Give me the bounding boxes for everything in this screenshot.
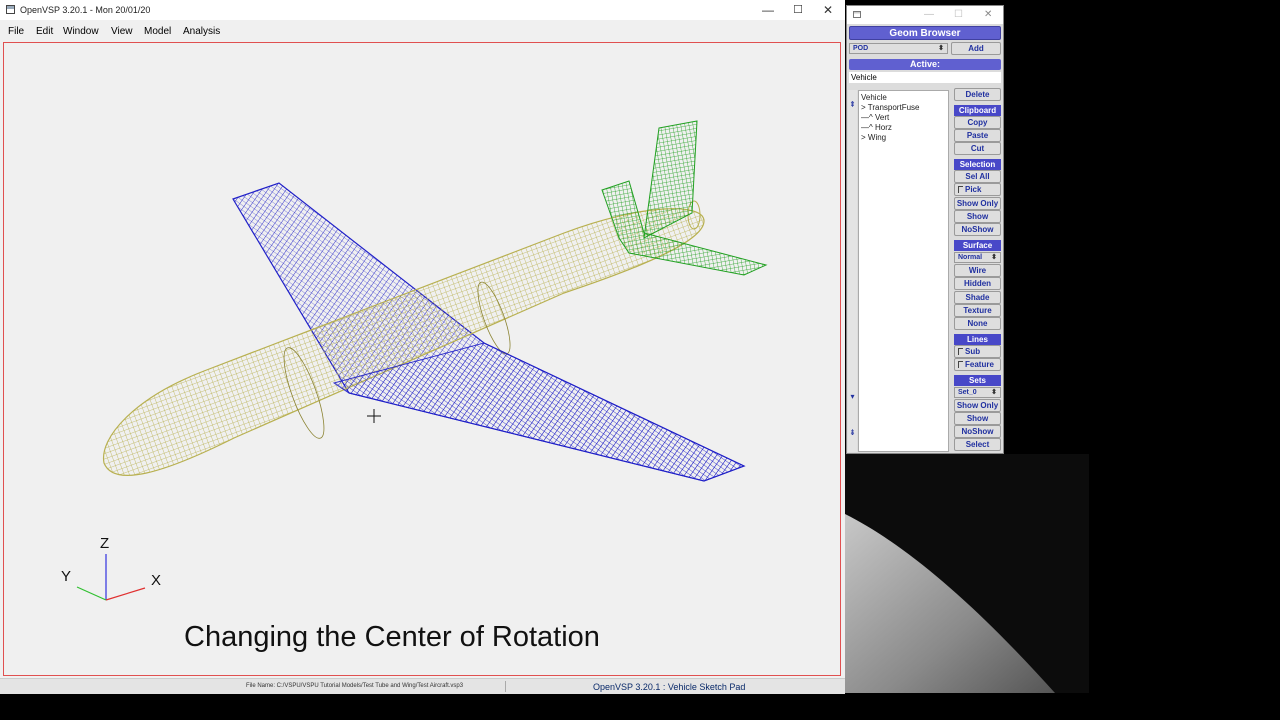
menu-model[interactable]: Model: [144, 26, 171, 37]
minimize-icon[interactable]: —: [924, 9, 934, 20]
maximize-icon[interactable]: ☐: [954, 9, 963, 20]
geom-type-value: POD: [853, 45, 869, 52]
aircraft-wireframe: [76, 120, 768, 601]
noshow-button[interactable]: NoShow: [954, 223, 1001, 236]
axis-z-label: Z: [100, 535, 110, 552]
maximize-icon[interactable]: ☐: [783, 2, 813, 18]
file-name-label: File Name: C:/VSPU/VSPU Tutorial Models/…: [246, 683, 464, 689]
wire-button[interactable]: Wire: [954, 264, 1001, 277]
menu-view[interactable]: View: [111, 26, 133, 37]
shade-button[interactable]: Shade: [954, 291, 1001, 304]
surface-mode-value: Normal: [958, 254, 983, 261]
lines-header: Lines: [954, 334, 1001, 345]
delete-button[interactable]: Delete: [954, 88, 1001, 101]
axis-y-label: Y: [61, 568, 72, 585]
black-margin: [1089, 0, 1280, 720]
sets-show-button[interactable]: Show: [954, 412, 1001, 425]
set-select[interactable]: Set_0 ⬍: [954, 387, 1001, 398]
active-name-field[interactable]: Vehicle: [849, 72, 1001, 83]
axis-x-label: X: [151, 572, 162, 589]
set-value: Set_0: [958, 389, 977, 396]
desktop-background: [845, 454, 1089, 693]
sets-show-only-button[interactable]: Show Only: [954, 399, 1001, 412]
spinner-icon: ⬍: [991, 254, 997, 261]
tree-item-vert[interactable]: —^ Vert: [861, 113, 889, 122]
menu-file[interactable]: File: [8, 26, 24, 37]
none-button[interactable]: None: [954, 317, 1001, 330]
video-subtitle: Changing the Center of Rotation: [184, 621, 600, 653]
texture-button[interactable]: Texture: [954, 304, 1001, 317]
axes-triad: [76, 554, 146, 601]
geom-titlebar: — ☐ ✕: [847, 6, 1003, 24]
close-icon[interactable]: ✕: [984, 9, 992, 20]
window-title: OpenVSP 3.20.1 - Mon 20/01/20: [20, 5, 151, 15]
status-divider: [505, 681, 506, 692]
geom-type-select[interactable]: POD ⬍: [849, 43, 948, 54]
geom-browser-window: — ☐ ✕ Geom Browser POD ⬍ Add Active: Vehi…: [846, 5, 1004, 454]
main-window: OpenVSP 3.20.1 - Mon 20/01/20 — ☐ ✕ File…: [0, 0, 845, 694]
scroll-bottom-icon[interactable]: ⇟: [848, 428, 857, 437]
show-only-button[interactable]: Show Only: [954, 197, 1001, 210]
scroll-down-icon[interactable]: ▾: [848, 392, 857, 401]
surface-header: Surface: [954, 240, 1001, 251]
window-icon: [853, 11, 861, 18]
surface-mode-select[interactable]: Normal ⬍: [954, 252, 1001, 263]
tree-item-horz[interactable]: —^ Horz: [861, 123, 892, 132]
pick-toggle[interactable]: Pick: [954, 183, 1001, 196]
selection-header: Selection: [954, 159, 1001, 170]
sel-all-button[interactable]: Sel All: [954, 170, 1001, 183]
cut-button[interactable]: Cut: [954, 142, 1001, 155]
sets-noshow-button[interactable]: NoShow: [954, 425, 1001, 438]
scroll-top-icon[interactable]: ⇞: [848, 100, 857, 109]
status-bar: File Name: C:/VSPU/VSPU Tutorial Models/…: [0, 678, 845, 694]
main-titlebar: OpenVSP 3.20.1 - Mon 20/01/20 — ☐ ✕: [0, 0, 845, 20]
close-icon[interactable]: ✕: [813, 2, 843, 18]
paste-button[interactable]: Paste: [954, 129, 1001, 142]
hidden-button[interactable]: Hidden: [954, 277, 1001, 290]
spinner-icon: ⬍: [991, 389, 997, 396]
clipboard-header: Clipboard: [954, 105, 1001, 116]
active-header: Active:: [849, 59, 1001, 70]
tree-scrollbar[interactable]: ⇞ ▾ ⇟: [848, 90, 857, 452]
tree-item-vehicle[interactable]: Vehicle: [861, 93, 887, 102]
show-button[interactable]: Show: [954, 210, 1001, 223]
3d-viewport[interactable]: Z Y X Changing the Center of Rotation: [3, 42, 841, 676]
menu-analysis[interactable]: Analysis: [183, 26, 220, 37]
sets-header: Sets: [954, 375, 1001, 386]
background-photo: [845, 514, 1055, 693]
minimize-icon[interactable]: —: [753, 2, 783, 18]
menu-edit[interactable]: Edit: [36, 26, 53, 37]
crosshair-cursor: [367, 409, 381, 423]
menu-window[interactable]: Window: [63, 26, 99, 37]
add-button[interactable]: Add: [951, 42, 1001, 55]
tree-item-transportfuse[interactable]: > TransportFuse: [861, 103, 919, 112]
spinner-icon: ⬍: [938, 45, 944, 52]
sets-select-button[interactable]: Select: [954, 438, 1001, 451]
sub-toggle[interactable]: Sub: [954, 345, 1001, 358]
feature-toggle[interactable]: Feature: [954, 358, 1001, 371]
app-status-label: OpenVSP 3.20.1 : Vehicle Sketch Pad: [593, 682, 746, 692]
menu-bar: File Edit Window View Model Analysis: [0, 20, 845, 41]
geom-browser-title: Geom Browser: [849, 26, 1001, 40]
tree-item-wing[interactable]: > Wing: [861, 133, 886, 142]
app-icon: [6, 5, 15, 14]
copy-button[interactable]: Copy: [954, 116, 1001, 129]
geom-tree[interactable]: Vehicle > TransportFuse —^ Vert —^ Horz …: [858, 90, 949, 452]
